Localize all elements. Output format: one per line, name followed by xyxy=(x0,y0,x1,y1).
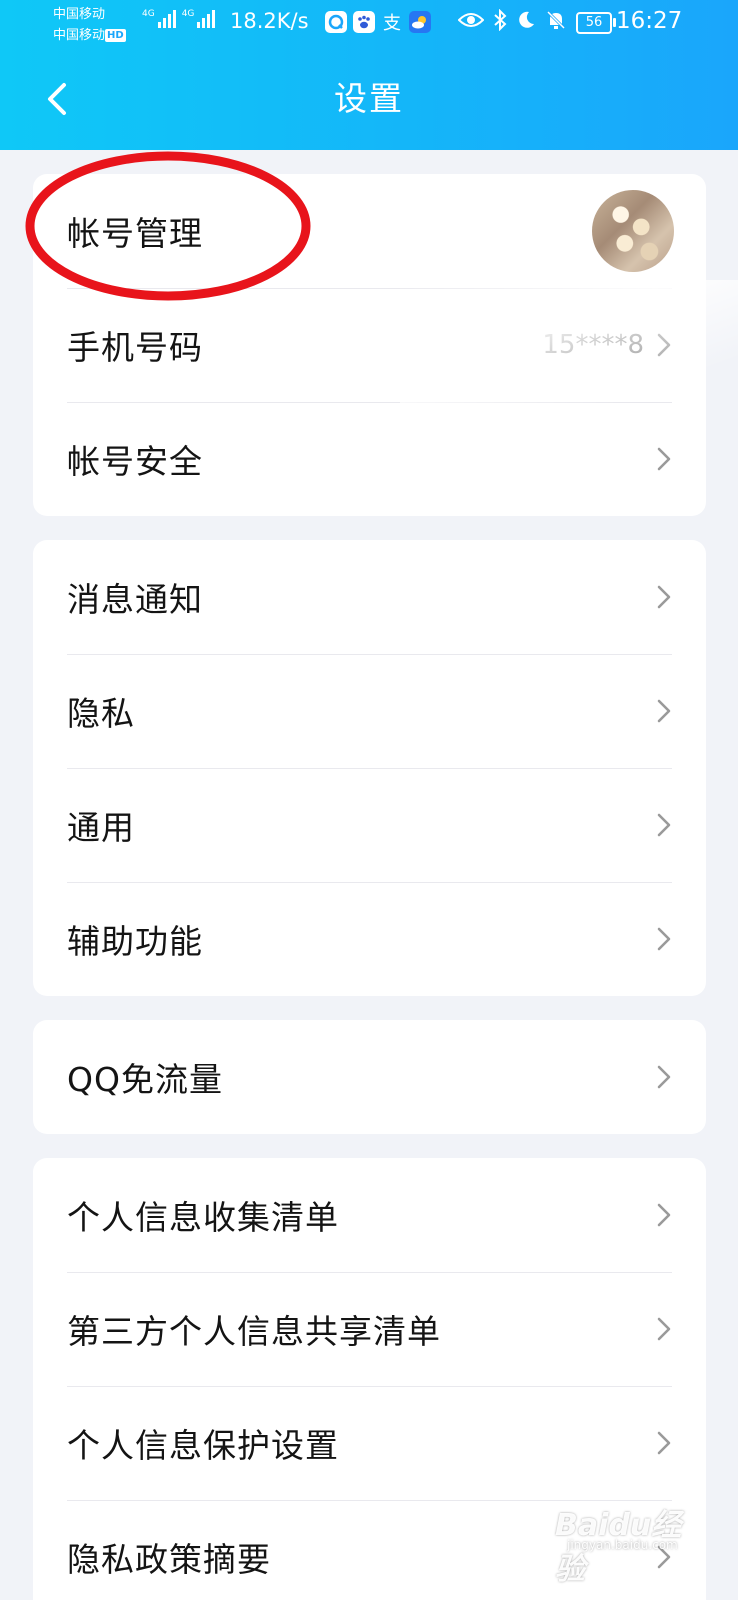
system-icons: 56 xyxy=(457,8,616,36)
item-label: 帐号管理 xyxy=(67,214,203,253)
item-label: QQ免流量 xyxy=(67,1060,223,1099)
chevron-right-icon xyxy=(657,699,671,723)
settings-item-accessibility[interactable]: 辅助功能 xyxy=(33,882,706,996)
alipay-icon: 支 xyxy=(383,13,401,34)
general-group: 消息通知 隐私 通用 辅助功能 xyxy=(33,540,706,996)
mute-icon xyxy=(545,9,567,36)
item-label: 手机号码 xyxy=(67,328,203,367)
page-title: 设置 xyxy=(334,79,404,118)
qq-browser-icon xyxy=(325,11,347,33)
bluetooth-icon xyxy=(493,8,507,36)
item-label: 隐私 xyxy=(67,694,135,733)
eye-comfort-icon xyxy=(457,11,485,34)
item-label: 通用 xyxy=(67,808,135,847)
chevron-right-icon xyxy=(657,1317,671,1341)
chevron-right-icon xyxy=(657,1545,671,1569)
chevron-right-icon xyxy=(657,813,671,837)
signal-2-icon: 4G xyxy=(182,10,216,28)
chevron-right-icon xyxy=(657,1065,671,1089)
notification-icons: 支 xyxy=(325,11,431,34)
account-group: 帐号管理 手机号码 15****8 帐号安全 xyxy=(33,174,706,516)
clock: 16:27 xyxy=(616,8,683,34)
settings-item-personal-info-protection[interactable]: 个人信息保护设置 xyxy=(33,1386,706,1500)
item-label: 辅助功能 xyxy=(67,922,203,961)
settings-item-qq-free-data[interactable]: QQ免流量 xyxy=(33,1020,706,1134)
status-bar: 中国移动 中国移动 HD 4G 4G 18.2K/s 支 56 16:27 xyxy=(0,0,738,50)
settings-item-phone-number[interactable]: 手机号码 15****8 xyxy=(33,288,706,402)
nav-bar: 设置 xyxy=(0,55,738,145)
chevron-right-icon xyxy=(657,927,671,951)
chevron-right-icon xyxy=(657,1431,671,1455)
item-label: 消息通知 xyxy=(67,580,203,619)
net-speed: 18.2K/s xyxy=(230,9,309,33)
hd-badge: HD xyxy=(105,29,126,42)
settings-item-notifications[interactable]: 消息通知 xyxy=(33,540,706,654)
settings-screen: 中国移动 中国移动 HD 4G 4G 18.2K/s 支 56 16:27 设置… xyxy=(0,0,738,1600)
signal-1-icon: 4G xyxy=(142,10,176,28)
settings-item-general[interactable]: 通用 xyxy=(33,768,706,882)
chevron-right-icon xyxy=(657,447,671,471)
personal-info-group: 个人信息收集清单 第三方个人信息共享清单 个人信息保护设置 隐私政策摘要 xyxy=(33,1158,706,1600)
baidu-icon xyxy=(353,11,375,33)
settings-item-account-security[interactable]: 帐号安全 xyxy=(33,402,706,516)
battery-icon: 56 xyxy=(576,11,616,34)
chevron-right-icon xyxy=(657,585,671,609)
settings-item-privacy[interactable]: 隐私 xyxy=(33,654,706,768)
signal-indicators: 4G 4G xyxy=(142,10,216,28)
do-not-disturb-icon xyxy=(516,10,536,35)
item-label: 第三方个人信息共享清单 xyxy=(67,1312,441,1351)
header: 中国移动 中国移动 HD 4G 4G 18.2K/s 支 56 16:27 设置 xyxy=(0,0,738,150)
chevron-right-icon xyxy=(657,333,671,357)
data-free-group: QQ免流量 xyxy=(33,1020,706,1134)
carrier-1: 中国移动 xyxy=(53,7,106,22)
settings-item-account-management[interactable]: 帐号管理 xyxy=(33,174,706,288)
carrier-info: 中国移动 中国移动 HD xyxy=(53,4,126,46)
settings-item-privacy-policy-summary[interactable]: 隐私政策摘要 xyxy=(33,1500,706,1600)
settings-item-third-party-sharing[interactable]: 第三方个人信息共享清单 xyxy=(33,1272,706,1386)
item-label: 个人信息保护设置 xyxy=(67,1426,339,1465)
item-label: 隐私政策摘要 xyxy=(67,1540,271,1579)
battery-level: 56 xyxy=(576,11,612,34)
item-label: 个人信息收集清单 xyxy=(67,1198,339,1237)
phone-number-value: 15****8 xyxy=(542,330,644,360)
item-label: 帐号安全 xyxy=(67,442,203,481)
settings-item-personal-info-collection[interactable]: 个人信息收集清单 xyxy=(33,1158,706,1272)
chevron-right-icon xyxy=(657,1203,671,1227)
carrier-2: 中国移动 xyxy=(53,28,106,43)
weather-icon xyxy=(409,11,431,33)
avatar xyxy=(592,190,674,272)
